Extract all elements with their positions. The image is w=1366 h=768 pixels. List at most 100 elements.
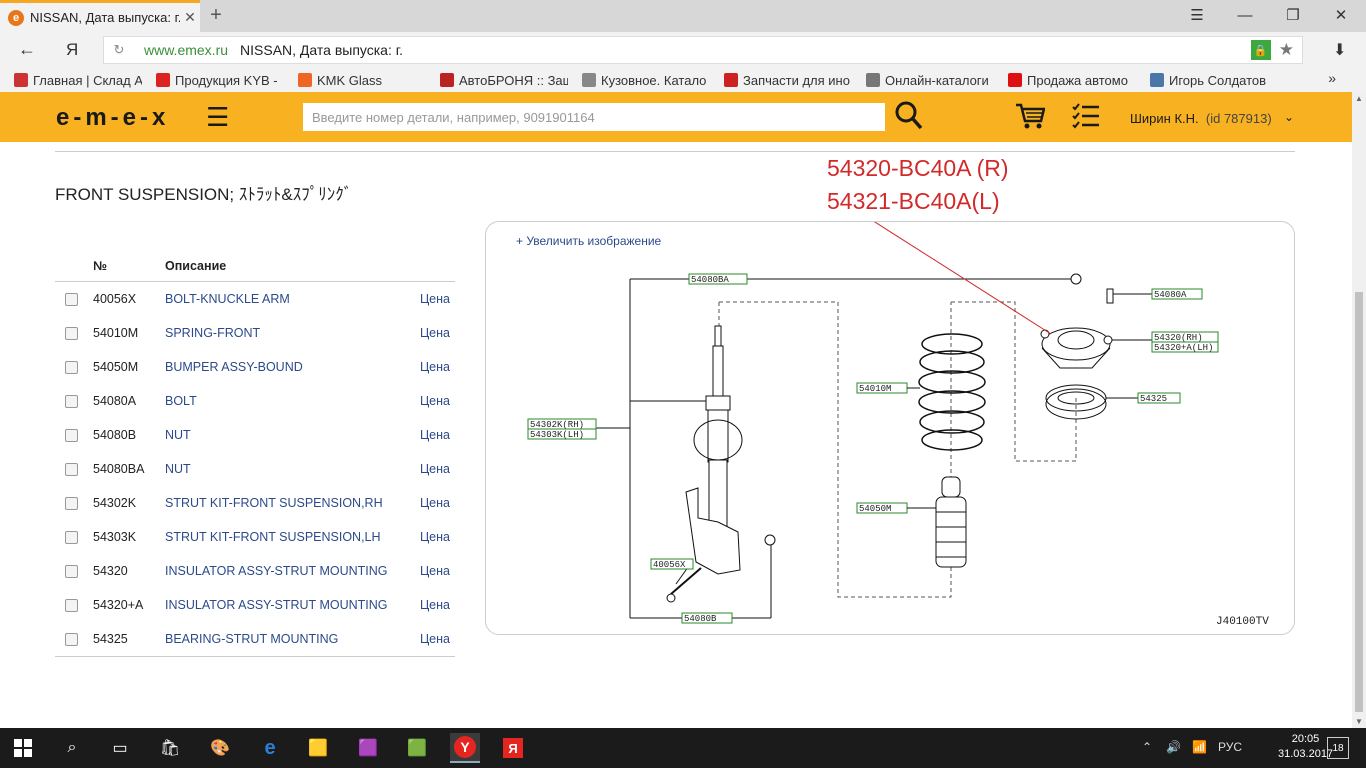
part-description-link[interactable]: STRUT KIT-FRONT SUSPENSION,RH [164, 486, 415, 520]
order-list-icon[interactable] [1072, 103, 1100, 129]
scroll-up-icon[interactable]: ▲ [1355, 94, 1363, 103]
price-link[interactable]: Цена [415, 418, 455, 452]
part-description-link[interactable]: INSULATOR ASSY-STRUT MOUNTING [164, 588, 415, 622]
app-icon[interactable]: 🟨 [303, 733, 333, 763]
task-view-icon[interactable]: ▭ [105, 733, 135, 763]
part-number: 54010M [93, 326, 139, 340]
bookmark-star-icon[interactable]: ★ [1279, 40, 1294, 60]
bookmark-item[interactable]: KMK Glass [298, 73, 426, 88]
restore-button[interactable]: ❐ [1270, 0, 1316, 32]
price-link[interactable]: Цена [415, 520, 455, 554]
app-icon[interactable]: 🟩 [402, 733, 432, 763]
parts-diagram-panel[interactable]: 54080BA 54302K(RH) 54303K(LH) 40056X 540… [485, 221, 1295, 635]
part-description-link[interactable]: BOLT-KNUCKLE ARM [164, 282, 415, 317]
windows-taskbar: ⌕ ▭ 🛍 🎨 e 🟨 🟪 🟩 Y Я ⌃ 🔊 📶 РУС 20:05 31.0… [0, 728, 1366, 768]
price-link[interactable]: Цена [415, 452, 455, 486]
part-number: 54325 [92, 622, 164, 657]
paint-icon[interactable]: 🎨 [205, 733, 235, 763]
row-checkbox[interactable] [65, 462, 78, 476]
price-link[interactable]: Цена [415, 486, 455, 520]
system-clock[interactable]: 20:05 31.03.2017 [1278, 732, 1333, 762]
minimize-button[interactable]: — [1222, 0, 1268, 32]
price-link[interactable]: Цена [415, 350, 455, 384]
url-field[interactable]: ↻ www.emex.ru NISSAN, Дата выпуска: г. 🔒… [103, 36, 1303, 64]
row-checkbox[interactable] [65, 360, 78, 374]
zoom-image-link[interactable]: + Увеличить изображение [516, 234, 661, 248]
cart-icon[interactable] [1015, 102, 1045, 130]
browser-tab[interactable]: e NISSAN, Дата выпуска: г. ✕ [0, 0, 200, 32]
table-row: 54010M SPRING-FRONT Цена [55, 316, 455, 350]
row-checkbox[interactable] [65, 632, 78, 646]
new-tab-button[interactable]: + [206, 4, 226, 27]
tab-close-icon[interactable]: ✕ [180, 9, 200, 26]
reload-icon[interactable]: ↻ [104, 42, 134, 58]
download-icon[interactable]: ⬇ [1333, 40, 1346, 60]
bookmark-item[interactable]: Онлайн-каталоги [866, 73, 994, 88]
user-account-button[interactable]: Ширин К.Н. (id 787913) [1130, 111, 1272, 126]
part-description-link[interactable]: NUT [164, 452, 415, 486]
scroll-down-icon[interactable]: ▼ [1355, 717, 1363, 726]
bookmark-favicon-icon [724, 73, 738, 87]
part-description-link[interactable]: BOLT [164, 384, 415, 418]
bookmark-item[interactable]: Запчасти для ино [724, 73, 852, 88]
row-checkbox[interactable] [65, 326, 78, 340]
close-window-button[interactable]: ✕ [1318, 0, 1364, 32]
back-button[interactable]: ← [18, 39, 36, 60]
search-icon[interactable]: ⌕ [57, 733, 87, 763]
row-checkbox[interactable] [65, 428, 78, 442]
store-icon[interactable]: 🛍 [155, 733, 185, 763]
part-description-link[interactable]: BUMPER ASSY-BOUND [164, 350, 415, 384]
volume-icon[interactable]: 🔊 [1166, 740, 1181, 754]
chevron-down-icon[interactable]: ⌄ [1284, 110, 1294, 124]
price-link[interactable]: Цена [415, 282, 455, 317]
table-row: 54303K STRUT KIT-FRONT SUSPENSION,LH Цена [55, 520, 455, 554]
part-number: 54080B [93, 428, 137, 442]
part-search-input[interactable] [303, 103, 885, 131]
edge-browser-icon[interactable]: e [255, 733, 285, 763]
bookmark-item[interactable]: Кузовное. Катало [582, 73, 710, 88]
price-link[interactable]: Цена [415, 554, 455, 588]
bookmark-item[interactable]: Главная | Склад А [14, 73, 142, 88]
part-description-link[interactable]: BEARING-STRUT MOUNTING [164, 622, 415, 657]
price-link[interactable]: Цена [415, 384, 455, 418]
yandex-browser-icon[interactable]: Y [450, 733, 480, 763]
part-description-link[interactable]: SPRING-FRONT [164, 316, 415, 350]
parts-table: № Описание 40056X BOLT-KNUCKLE ARM Цена 54… [55, 250, 455, 657]
part-number: 54080BA [93, 462, 145, 476]
network-icon[interactable]: 📶 [1192, 740, 1207, 754]
part-number: 54302K [93, 496, 137, 510]
diagram-label: 54050M [859, 504, 891, 514]
part-description-link[interactable]: INSULATOR ASSY-STRUT MOUNTING [164, 554, 415, 588]
emex-logo[interactable]: e-m-e-x [56, 104, 169, 132]
row-checkbox[interactable] [65, 394, 78, 408]
scrollbar-thumb[interactable] [1355, 292, 1363, 712]
page-scrollbar[interactable]: ▲ ▼ [1352, 92, 1366, 728]
yandex-icon[interactable]: Я [498, 733, 528, 763]
price-link[interactable]: Цена [415, 588, 455, 622]
part-description-link[interactable]: NUT [164, 418, 415, 452]
tray-chevron-up-icon[interactable]: ⌃ [1142, 740, 1152, 754]
yandex-logo-button[interactable]: Я [66, 40, 78, 60]
row-checkbox[interactable] [65, 530, 78, 544]
lock-icon[interactable]: 🔒 [1250, 40, 1271, 60]
row-checkbox[interactable] [65, 496, 78, 510]
start-windows-icon[interactable] [8, 733, 38, 763]
bookmark-item[interactable]: АвтоБРОНЯ :: Защ [440, 73, 568, 88]
table-row: 40056X BOLT-KNUCKLE ARM Цена [55, 282, 455, 317]
search-icon[interactable] [895, 101, 923, 131]
bookmark-item[interactable]: Продукция KYB - [156, 73, 284, 88]
hamburger-menu-icon[interactable]: ☰ [206, 102, 229, 133]
row-checkbox[interactable] [65, 598, 78, 612]
part-description-link[interactable]: STRUT KIT-FRONT SUSPENSION,LH [164, 520, 415, 554]
row-checkbox[interactable] [65, 292, 78, 306]
language-indicator[interactable]: РУС [1218, 740, 1242, 754]
app-icon[interactable]: 🟪 [353, 733, 383, 763]
price-link[interactable]: Цена [415, 316, 455, 350]
row-checkbox[interactable] [65, 564, 78, 578]
price-link[interactable]: Цена [414, 622, 455, 657]
bookmark-item[interactable]: Продажа автомо [1008, 73, 1136, 88]
bookmarks-more-button[interactable]: » [1328, 70, 1336, 86]
bookmark-item[interactable]: Игорь Солдатов [1150, 73, 1278, 88]
browser-menu-button[interactable]: ☰ [1174, 0, 1220, 32]
notification-center-icon[interactable]: 18 [1327, 737, 1349, 759]
